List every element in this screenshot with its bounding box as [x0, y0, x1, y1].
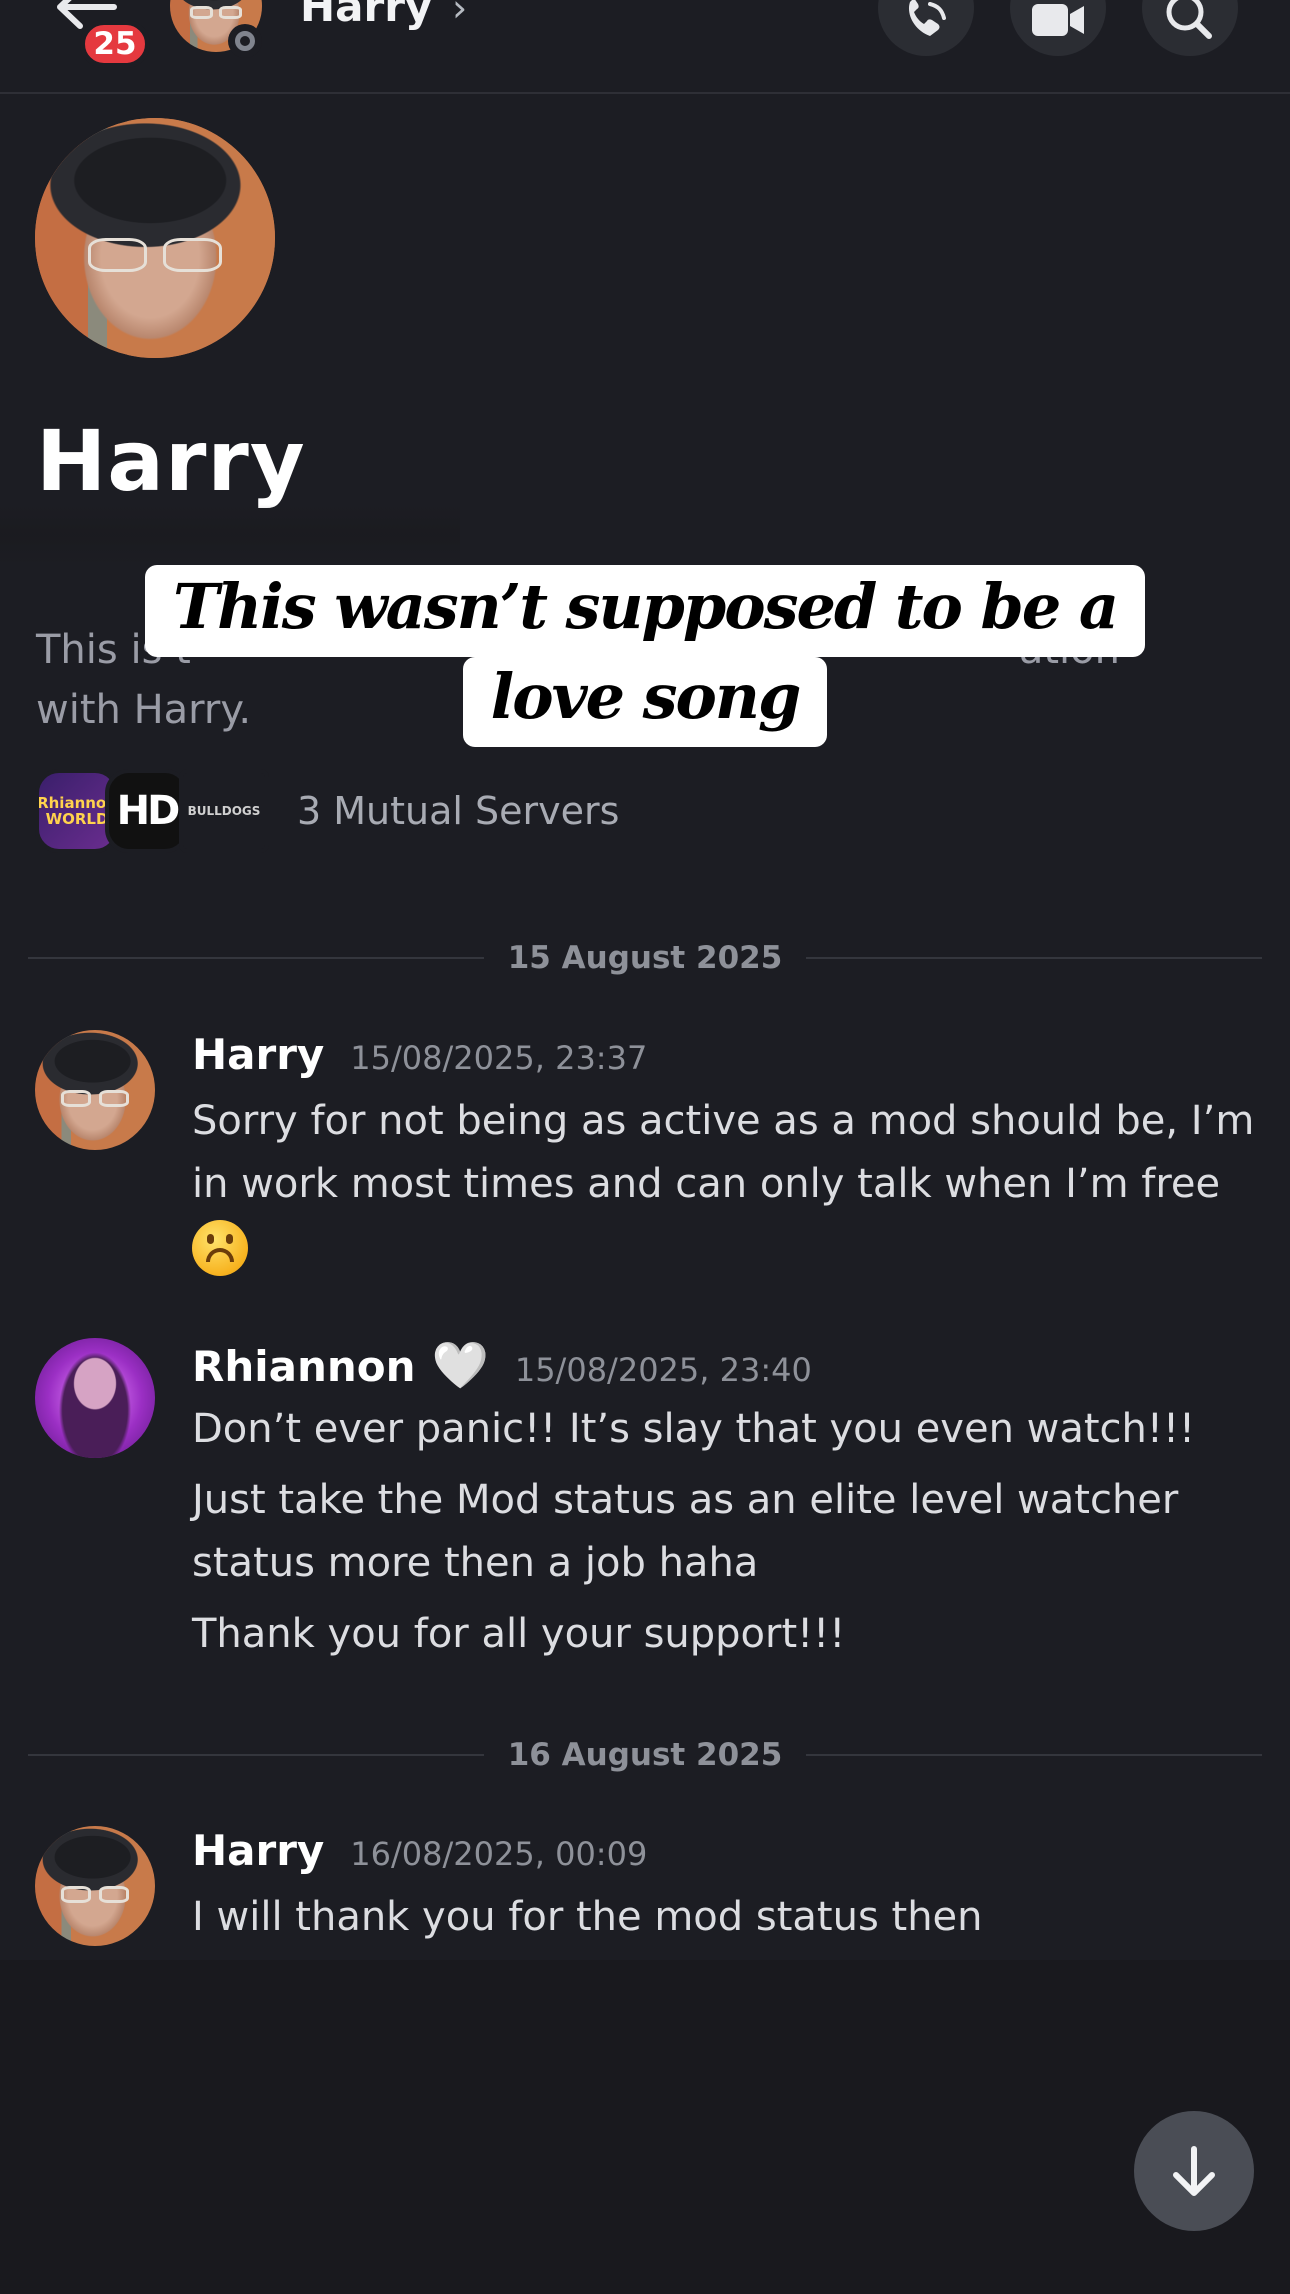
search-button[interactable]	[1142, 0, 1238, 56]
date-divider-label: 15 August 2025	[507, 940, 783, 976]
server-icon-hd: HD	[105, 769, 189, 853]
message-text: I will thank you for the mod status then	[192, 1894, 983, 1940]
jump-to-latest-button[interactable]	[1134, 2111, 1254, 2231]
message-timestamp: 16/08/2025, 00:09	[350, 1835, 648, 1873]
video-camera-icon	[1032, 4, 1084, 36]
unread-count-badge: 25	[80, 20, 150, 68]
message-text: Sorry for not being as active as a mod s…	[192, 1098, 1255, 1144]
white-heart-icon: 🤍	[431, 1338, 489, 1392]
server-icon-bulldogs: BULLDOGS	[179, 769, 269, 853]
search-icon	[1166, 0, 1212, 39]
message-author[interactable]: Rhiannon	[192, 1342, 416, 1391]
redaction-scribble	[0, 1960, 1290, 2294]
redaction-scribble	[0, 505, 460, 565]
message[interactable]: Harry 15/08/2025, 23:37 Sorry for not be…	[35, 1030, 1265, 1290]
message-author[interactable]: Harry	[192, 1030, 324, 1079]
mutual-servers-row[interactable]: Rhiannon WORLD HD BULLDOGS 3 Mutual Serv…	[35, 766, 619, 856]
message[interactable]: Harry 16/08/2025, 00:09 I will thank you…	[35, 1826, 1265, 1966]
message-text: in work most times and can only talk whe…	[192, 1161, 1221, 1207]
message-author[interactable]: Harry	[192, 1826, 324, 1875]
message-text: Just take the Mod status as an elite lev…	[192, 1477, 1179, 1523]
video-call-button[interactable]	[1010, 0, 1106, 56]
message-timestamp: 15/08/2025, 23:40	[514, 1351, 812, 1389]
profile-name: Harry	[36, 412, 306, 510]
profile-avatar[interactable]	[35, 118, 275, 358]
phone-icon	[909, 0, 946, 36]
message-text: Thank you for all your support!!!	[192, 1611, 846, 1657]
date-divider: 16 August 2025	[28, 1735, 1263, 1775]
message-timestamp: 15/08/2025, 23:37	[350, 1039, 648, 1077]
date-divider-label: 16 August 2025	[507, 1737, 783, 1773]
conversation-header: 25 Harry ›	[0, 0, 1290, 94]
caption-line-2: love song	[462, 657, 828, 747]
message-avatar[interactable]	[35, 1826, 155, 1946]
video-caption-overlay: This wasn’t supposed to be a love song	[0, 565, 1290, 747]
chevron-right-icon[interactable]: ›	[452, 0, 467, 30]
message-text: status more then a job haha	[192, 1540, 759, 1586]
message-avatar[interactable]	[35, 1030, 155, 1150]
arrow-down-icon	[1173, 2146, 1215, 2196]
message-text: Don’t ever panic!! It’s slay that you ev…	[192, 1406, 1196, 1452]
message-avatar[interactable]	[35, 1338, 155, 1458]
date-divider: 15 August 2025	[28, 938, 1263, 978]
offline-status-icon	[228, 24, 262, 58]
message[interactable]: Rhiannon 🤍 15/08/2025, 23:40 Don’t ever …	[35, 1338, 1265, 1678]
voice-call-button[interactable]	[878, 0, 974, 56]
mutual-servers-label[interactable]: 3 Mutual Servers	[297, 789, 619, 833]
caption-line-1: This wasn’t supposed to be a	[144, 565, 1146, 657]
upside-down-face-emoji-icon	[192, 1219, 248, 1276]
header-contact-name[interactable]: Harry	[300, 0, 432, 31]
